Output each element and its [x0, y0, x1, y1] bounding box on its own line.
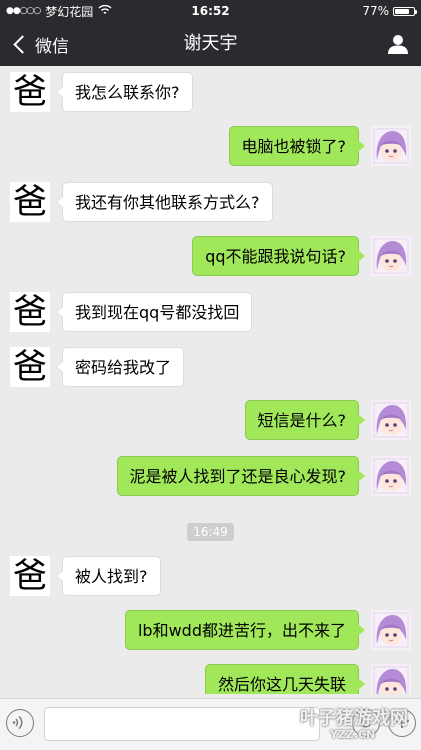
my-avatar[interactable]: [371, 456, 411, 496]
my-avatar[interactable]: [371, 400, 411, 440]
chat-area[interactable]: 爸我怎么联系你? 电脑也被锁了? 爸我还有你其他联系方式么? qq不能跟我说句话? 爸我…: [0, 66, 421, 694]
outgoing-message-bubble[interactable]: 短信是什么?: [244, 400, 365, 440]
avatar-char: 爸: [13, 72, 47, 112]
my-avatar[interactable]: [371, 610, 411, 650]
outgoing-message-bubble[interactable]: 电脑也被锁了?: [228, 126, 365, 166]
battery-icon: [393, 6, 417, 16]
incoming-message-bubble[interactable]: 我还有你其他联系方式么?: [56, 182, 273, 222]
my-avatar[interactable]: [371, 126, 411, 166]
battery-percent: 77%: [362, 4, 389, 18]
status-left: ●●○○○ 梦幻花园: [6, 3, 112, 20]
avatar-char: 爸: [13, 556, 47, 596]
incoming-message-bubble[interactable]: 密码给我改了: [55, 347, 185, 387]
nav-bar: 微信 谢天宇: [0, 22, 421, 66]
avatar-char: 爸: [13, 347, 47, 387]
carrier-name: 梦幻花园: [45, 4, 94, 19]
person-icon[interactable]: [387, 33, 409, 55]
my-avatar[interactable]: [371, 664, 411, 694]
signal-icon: ●●○○○: [6, 6, 41, 16]
contact-avatar[interactable]: 爸: [10, 72, 50, 112]
wifi-icon: [98, 4, 112, 18]
plus-icon[interactable]: +: [388, 709, 416, 737]
contact-avatar[interactable]: 爸: [10, 556, 50, 596]
contact-avatar[interactable]: 爸: [10, 347, 50, 387]
battery-fill: [395, 8, 409, 14]
incoming-message-bubble[interactable]: 我到现在qq号都没找回: [55, 292, 253, 332]
avatar-char: 爸: [13, 292, 47, 332]
message-input[interactable]: [44, 707, 320, 741]
contact-avatar[interactable]: 爸: [10, 292, 50, 332]
my-avatar[interactable]: [371, 236, 411, 276]
status-right: 77%: [362, 4, 417, 18]
outgoing-message-bubble[interactable]: 泥是被人找到了还是良心发现?: [116, 456, 365, 496]
emoji-icon[interactable]: [352, 709, 380, 737]
outgoing-message-bubble[interactable]: qq不能跟我说句话?: [192, 236, 365, 276]
avatar-char: 爸: [13, 182, 47, 222]
back-label: 微信: [35, 36, 69, 57]
input-bar: +: [0, 698, 421, 750]
incoming-message-bubble[interactable]: 我怎么联系你?: [56, 72, 193, 112]
outgoing-message-bubble[interactable]: 然后你这几天失联: [204, 664, 366, 694]
back-button[interactable]: 微信: [10, 22, 69, 66]
status-bar: ●●○○○ 梦幻花园 16:52 77%: [0, 0, 421, 22]
incoming-message-bubble[interactable]: 被人找到?: [56, 556, 161, 596]
voice-icon[interactable]: [6, 709, 34, 737]
outgoing-message-bubble[interactable]: lb和wdd都进苦行，出不来了: [124, 610, 366, 650]
contact-avatar[interactable]: 爸: [10, 182, 50, 222]
chevron-left-icon: [13, 34, 32, 54]
time-separator-label: 16:49: [187, 523, 234, 541]
time-separator: 16:49: [0, 521, 421, 541]
